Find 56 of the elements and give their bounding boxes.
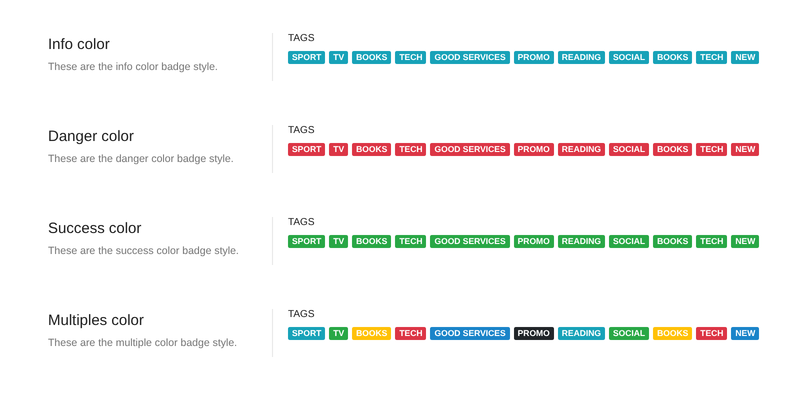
section-title: Danger color	[48, 128, 135, 145]
section-description: These are the info color badge style.	[48, 61, 219, 73]
tag-badge: TECH	[395, 327, 426, 340]
tag-badge: BOOKS	[653, 51, 692, 64]
tag-badge: GOOD SERVICES	[430, 235, 510, 248]
tag-badge: NEW	[731, 327, 760, 340]
tag-badge: PROMO	[514, 327, 554, 340]
tag-badge: GOOD SERVICES	[430, 143, 510, 156]
tag-badge: BOOKS	[352, 51, 392, 64]
tag-badge: SOCIAL	[608, 235, 650, 248]
tag-badge: PROMO	[514, 51, 554, 64]
section-description: These are the success color badge style.	[48, 245, 240, 257]
tag-badge: BOOKS	[653, 143, 692, 156]
tag-badge: BOOKS	[352, 327, 392, 340]
tag-badge: TECH	[395, 51, 426, 64]
section-description: These are the danger color badge style.	[48, 153, 235, 165]
tag-badge: READING	[558, 327, 605, 340]
tags-label: TAGS	[288, 217, 316, 228]
tag-badge: TV	[329, 143, 348, 156]
tag-badge: TECH	[395, 143, 426, 156]
tags-label: TAGS	[288, 33, 316, 44]
tag-badge: GOOD SERVICES	[430, 327, 510, 340]
section-title: Success color	[48, 220, 142, 237]
tag-badge: SOCIAL	[608, 327, 650, 340]
tag-badge: BOOKS	[352, 143, 392, 156]
tag-badge: PROMO	[514, 143, 554, 156]
tags-label: TAGS	[288, 125, 316, 136]
tag-badge: PROMO	[514, 235, 554, 248]
tag-badge: NEW	[731, 235, 760, 248]
tag-badge: TECH	[696, 235, 728, 248]
tag-badge: TV	[329, 235, 348, 248]
tag-badge: NEW	[731, 143, 760, 156]
section-description: These are the multiple color badge style.	[48, 337, 238, 349]
section-title: Multiples color	[48, 312, 145, 329]
tag-badge: READING	[558, 235, 605, 248]
tag-badge: TECH	[696, 327, 728, 340]
tag-badge: TECH	[696, 143, 728, 156]
tag-badge: TV	[329, 51, 348, 64]
tag-badge: BOOKS	[653, 327, 692, 340]
tag-badge: TECH	[696, 51, 728, 64]
tag-badge: SOCIAL	[608, 51, 650, 64]
tag-badge: GOOD SERVICES	[430, 51, 510, 64]
section-title: Info color	[48, 36, 111, 53]
tag-badge: SPORT	[288, 327, 326, 340]
tag-badge: BOOKS	[653, 235, 692, 248]
tag-badge: SOCIAL	[608, 143, 650, 156]
tag-badge: BOOKS	[352, 235, 392, 248]
tag-badge: READING	[558, 143, 605, 156]
tag-badge: TV	[329, 327, 348, 340]
tag-badge: SPORT	[288, 143, 326, 156]
tag-badge: SPORT	[288, 235, 326, 248]
tag-badge: READING	[558, 51, 605, 64]
tag-badge: TECH	[395, 235, 426, 248]
tags-label: TAGS	[288, 309, 316, 320]
tag-badge: SPORT	[288, 51, 326, 64]
tag-badge: NEW	[731, 51, 760, 64]
